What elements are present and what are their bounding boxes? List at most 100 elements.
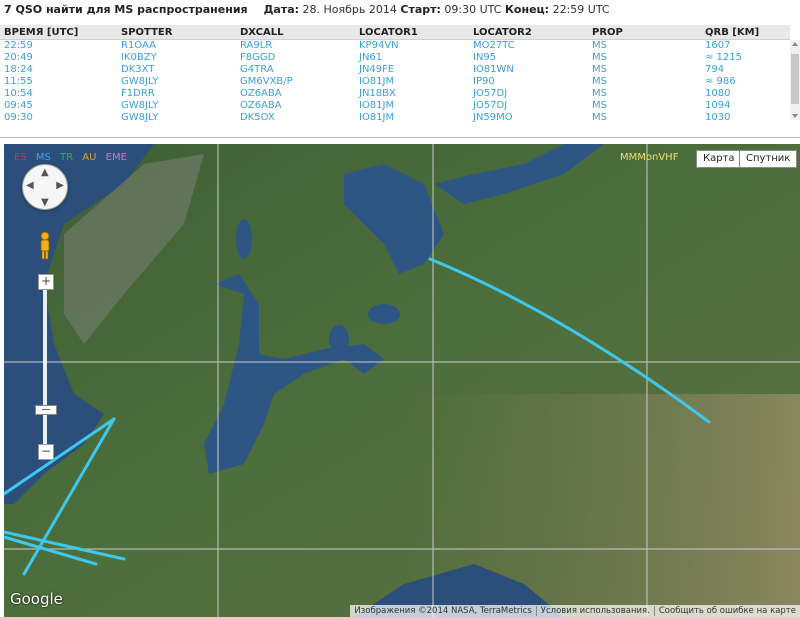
- qso-table-panel: ВРЕМЯ [UTC] SPOTTER DXCALL LOCATOR1 LOCA…: [0, 25, 800, 125]
- cell-qrb[interactable]: 794: [701, 64, 790, 76]
- cell-locator2[interactable]: IP90: [469, 76, 588, 88]
- cell-spotter[interactable]: GW8JLY: [117, 100, 236, 112]
- cell-time[interactable]: 09:45: [0, 100, 117, 112]
- cell-dxcall[interactable]: GM6VXB/P: [236, 76, 355, 88]
- column-header-qrb[interactable]: QRB [KM]: [701, 25, 790, 40]
- cell-time[interactable]: 20:49: [0, 52, 117, 64]
- cell-prop[interactable]: MS: [588, 100, 701, 112]
- cell-locator1[interactable]: IO81JM: [355, 76, 469, 88]
- cell-time[interactable]: 22:59: [0, 40, 117, 53]
- column-header-time[interactable]: ВРЕМЯ [UTC]: [0, 25, 117, 40]
- zoom-slider-track[interactable]: [43, 287, 47, 449]
- cell-time[interactable]: 09:30: [0, 112, 117, 124]
- pan-control[interactable]: ▲ ▼ ◀ ▶: [22, 164, 68, 210]
- cell-qrb[interactable]: ≈ 986: [701, 76, 790, 88]
- cell-dxcall[interactable]: OZ6ABA: [236, 88, 355, 100]
- terms-link[interactable]: Условия использования.: [537, 606, 654, 616]
- table-row[interactable]: 10:54 F1DRR OZ6ABA JN18BX JO57DJ MS 1080: [0, 88, 790, 100]
- qso-summary: 7 QSO найти для MS распространения Дата:…: [4, 1, 610, 17]
- pan-down-icon[interactable]: ▼: [41, 197, 49, 208]
- cell-locator1[interactable]: JN61: [355, 52, 469, 64]
- cell-spotter[interactable]: GW8JLY: [117, 76, 236, 88]
- legend-ms[interactable]: MS: [36, 152, 51, 163]
- legend-au[interactable]: AU: [82, 152, 96, 163]
- cell-spotter[interactable]: DK3XT: [117, 64, 236, 76]
- cell-dxcall[interactable]: G4TRA: [236, 64, 355, 76]
- cell-locator1[interactable]: IO81JM: [355, 112, 469, 124]
- cell-dxcall[interactable]: F8GGD: [236, 52, 355, 64]
- cell-locator2[interactable]: MO27TC: [469, 40, 588, 53]
- cell-qrb[interactable]: 1030: [701, 112, 790, 124]
- map-type-map-button[interactable]: Карта: [696, 150, 742, 168]
- zoom-in-button[interactable]: +: [38, 274, 54, 290]
- pan-up-icon[interactable]: ▲: [41, 167, 49, 178]
- cell-locator2[interactable]: JO57DJ: [469, 88, 588, 100]
- table-scrollbar[interactable]: [790, 40, 800, 120]
- column-header-prop[interactable]: PROP: [588, 25, 701, 40]
- cell-prop[interactable]: MS: [588, 64, 701, 76]
- end-value: 22:59 UTC: [552, 2, 610, 16]
- column-header-spotter[interactable]: SPOTTER: [117, 25, 236, 40]
- date-label: Дата:: [263, 2, 300, 16]
- table-header-row: ВРЕМЯ [UTC] SPOTTER DXCALL LOCATOR1 LOCA…: [0, 25, 790, 40]
- scrollbar-thumb[interactable]: [791, 54, 799, 104]
- pan-right-icon[interactable]: ▶: [56, 180, 64, 191]
- legend-tr[interactable]: TR: [60, 152, 73, 163]
- cell-time[interactable]: 11:55: [0, 76, 117, 88]
- end-label: Конец:: [504, 2, 550, 16]
- cell-qrb[interactable]: 1094: [701, 100, 790, 112]
- cell-qrb[interactable]: ≈ 1215: [701, 52, 790, 64]
- cell-time[interactable]: 18:24: [0, 64, 117, 76]
- cell-prop[interactable]: MS: [588, 76, 701, 88]
- panel-divider[interactable]: [0, 137, 800, 138]
- table-row[interactable]: 11:55 GW8JLY GM6VXB/P IO81JM IP90 MS ≈ 9…: [0, 76, 790, 88]
- cell-locator1[interactable]: KP94VN: [355, 40, 469, 53]
- legend-eme[interactable]: EME: [106, 152, 127, 163]
- table-row[interactable]: 20:49 IK0BZY F8GGD JN61 IN95 MS ≈ 1215: [0, 52, 790, 64]
- cell-spotter[interactable]: R1OAA: [117, 40, 236, 53]
- scroll-down-arrow-icon[interactable]: [792, 114, 798, 118]
- cell-spotter[interactable]: IK0BZY: [117, 52, 236, 64]
- cell-prop[interactable]: MS: [588, 52, 701, 64]
- cell-prop[interactable]: MS: [588, 40, 701, 53]
- zoom-out-button[interactable]: −: [38, 444, 54, 460]
- pan-left-icon[interactable]: ◀: [26, 180, 34, 191]
- cell-locator2[interactable]: JO57DJ: [469, 100, 588, 112]
- google-logo[interactable]: Google: [10, 590, 63, 608]
- propagation-mode-legend: ES MS TR AU EME: [14, 152, 133, 163]
- cell-locator1[interactable]: IO81JM: [355, 100, 469, 112]
- cell-locator2[interactable]: JN59MO: [469, 112, 588, 124]
- start-value: 09:30 UTC: [444, 2, 502, 16]
- propagation-map[interactable]: ES MS TR AU EME ▲ ▼ ◀ ▶ + − MMMonVHF Кар…: [4, 144, 800, 617]
- table-row[interactable]: 18:24 DK3XT G4TRA JN49FE IO81WN MS 794: [0, 64, 790, 76]
- scroll-up-arrow-icon[interactable]: [792, 42, 798, 46]
- column-header-locator2[interactable]: LOCATOR2: [469, 25, 588, 40]
- column-header-locator1[interactable]: LOCATOR1: [355, 25, 469, 40]
- cell-locator2[interactable]: IO81WN: [469, 64, 588, 76]
- qso-table: ВРЕМЯ [UTC] SPOTTER DXCALL LOCATOR1 LOCA…: [0, 25, 790, 124]
- pegman-icon[interactable]: [38, 231, 52, 261]
- cell-prop[interactable]: MS: [588, 88, 701, 100]
- table-row[interactable]: 09:30 GW8JLY DK5OX IO81JM JN59MO MS 1030: [0, 112, 790, 124]
- cell-dxcall[interactable]: DK5OX: [236, 112, 355, 124]
- cell-locator2[interactable]: IN95: [469, 52, 588, 64]
- cell-dxcall[interactable]: RA9LR: [236, 40, 355, 53]
- map-attribution-bar: Изображения ©2014 NASA, TerraMetrics Усл…: [350, 605, 800, 617]
- cell-spotter[interactable]: GW8JLY: [117, 112, 236, 124]
- cell-locator1[interactable]: JN18BX: [355, 88, 469, 100]
- table-row[interactable]: 09:45 GW8JLY OZ6ABA IO81JM JO57DJ MS 109…: [0, 100, 790, 112]
- cell-qrb[interactable]: 1080: [701, 88, 790, 100]
- cell-qrb[interactable]: 1607: [701, 40, 790, 53]
- cell-prop[interactable]: MS: [588, 112, 701, 124]
- cell-spotter[interactable]: F1DRR: [117, 88, 236, 100]
- report-error-link[interactable]: Сообщить об ошибке на карте: [655, 606, 800, 616]
- zoom-slider-handle[interactable]: [35, 405, 57, 415]
- cell-dxcall[interactable]: OZ6ABA: [236, 100, 355, 112]
- cell-locator1[interactable]: JN49FE: [355, 64, 469, 76]
- imagery-attribution: Изображения ©2014 NASA, TerraMetrics: [354, 606, 532, 616]
- column-header-dxcall[interactable]: DXCALL: [236, 25, 355, 40]
- legend-es[interactable]: ES: [14, 152, 27, 163]
- cell-time[interactable]: 10:54: [0, 88, 117, 100]
- map-type-satellite-button[interactable]: Спутник: [739, 150, 798, 168]
- table-row[interactable]: 22:59 R1OAA RA9LR KP94VN MO27TC MS 1607: [0, 40, 790, 53]
